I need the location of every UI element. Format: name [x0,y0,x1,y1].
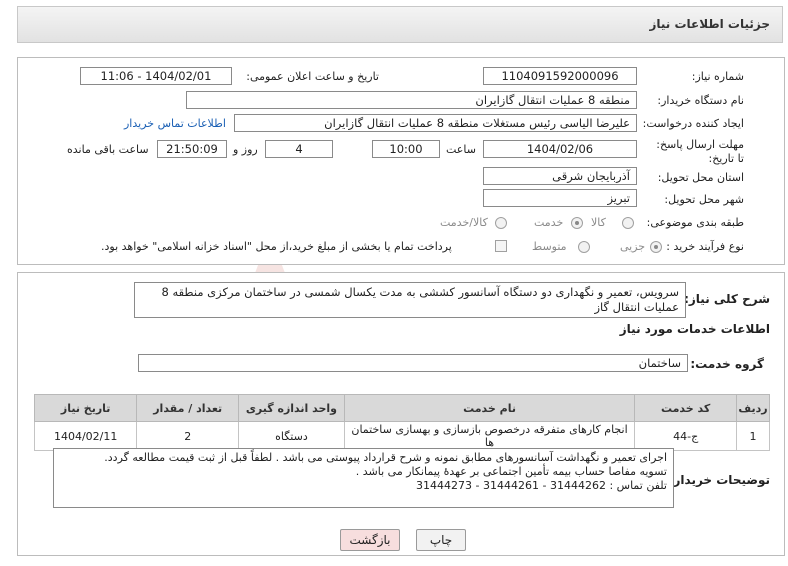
announce-datetime-field[interactable]: 1404/02/01 - 11:06 [80,67,232,85]
process-option-minor: جزیی [620,240,646,253]
days-remaining-field[interactable]: 4 [265,140,333,158]
province-label: استان محل تحویل: [657,171,744,184]
city-label: شهر محل تحویل: [664,193,744,206]
description-textarea[interactable]: سرویس، تعمیر و نگهداری دو دستگاه آسانسور… [134,282,686,318]
days-label: روز و [233,143,258,156]
cell-unit: دستگاه [238,421,345,451]
deadline-time-label: ساعت [446,143,476,156]
col-row-number: ردیف [736,394,770,422]
treasury-note: پرداخت تمام یا بخشی از مبلغ خرید،از محل … [101,240,452,253]
service-group-field[interactable]: ساختمان [138,354,688,372]
announce-label: تاریخ و ساعت اعلان عمومی: [246,70,379,83]
deadline-date-field[interactable]: 1404/02/06 [483,140,637,158]
col-need-date: تاریخ نیاز [33,394,138,422]
print-button[interactable]: چاپ [416,529,466,551]
buyer-label: نام دستگاه خریدار: [657,94,744,107]
creator-field[interactable]: علیرضا الیاسی رئیس مستغلات منطقه 8 عملیا… [234,114,637,132]
process-option-medium: متوسط [532,240,567,253]
cell-quantity: 2 [136,421,240,451]
page-header: جزئیات اطلاعات نیاز [17,6,783,43]
services-table: ردیف کد خدمت نام خدمت واحد اندازه گیری ت… [33,394,770,451]
buyer-notes-line-1: اجرای تعمیر و نگهداشت آسانسورهای مطابق ن… [104,451,667,464]
buyer-notes-line-2: تسویه مفاصا حساب بیمه تأمین اجتماعی بر ع… [355,465,667,478]
cell-need-date: 1404/02/11 [33,421,138,451]
col-service-code: کد خدمت [634,394,738,422]
process-radio-minor[interactable] [650,241,662,253]
col-service-name: نام خدمت [343,394,636,422]
province-field[interactable]: آذربایجان شرقی [483,167,637,185]
category-label: طبقه بندی موضوعی: [646,216,744,229]
service-group-label: گروه خدمت: [690,357,764,371]
category-radio-goods[interactable] [622,217,634,229]
remaining-time-field[interactable]: 21:50:09 [157,140,227,158]
buyer-field[interactable]: منطقه 8 عملیات انتقال گازایران [186,91,637,109]
table-header-row: ردیف کد خدمت نام خدمت واحد اندازه گیری ت… [33,394,770,422]
process-label: نوع فرآیند خرید : [666,240,744,253]
category-option-goods-service: کالا/خدمت [440,216,488,229]
treasury-checkbox[interactable] [495,240,507,252]
category-option-goods: کالا [591,216,606,229]
buyer-contact-link[interactable]: اطلاعات تماس خریدار [124,117,226,130]
creator-label: ایجاد کننده درخواست: [642,117,744,130]
cell-service-code: ج-44 [634,421,738,451]
services-section-title: اطلاعات خدمات مورد نیاز [619,322,770,336]
description-label: شرح کلی نیاز: [684,292,770,306]
need-number-label: شماره نیاز: [691,70,744,83]
deadline-time-field[interactable]: 10:00 [372,140,440,158]
back-button[interactable]: بازگشت [340,529,400,551]
buyer-notes-line-3: تلفن تماس : 31444262 - 31444261 - 314442… [416,479,667,492]
process-radio-medium[interactable] [578,241,590,253]
buyer-notes-label: توضیحات خریدار: [668,473,770,487]
category-radio-goods-service[interactable] [495,217,507,229]
table-row: 1 ج-44 انجام کارهای متفرقه درخصوص بازساز… [33,421,770,451]
need-number-field[interactable]: 1104091592000096 [483,67,637,85]
cell-row-number: 1 [736,421,770,451]
remaining-label: ساعت باقی مانده [67,143,149,156]
col-quantity: تعداد / مقدار [136,394,240,422]
cell-service-name: انجام کارهای متفرقه درخصوص بازسازی و بهس… [343,421,636,451]
city-field[interactable]: تبریز [483,189,637,207]
buyer-notes-textarea[interactable]: اجرای تعمیر و نگهداشت آسانسورهای مطابق ن… [53,448,674,508]
category-option-service: خدمت [534,216,564,229]
page-title: جزئیات اطلاعات نیاز [649,17,770,31]
category-radio-service[interactable] [571,217,583,229]
col-unit: واحد اندازه گیری [238,394,345,422]
deadline-label: مهلت ارسال پاسخ: تا تاریخ: [656,138,744,165]
